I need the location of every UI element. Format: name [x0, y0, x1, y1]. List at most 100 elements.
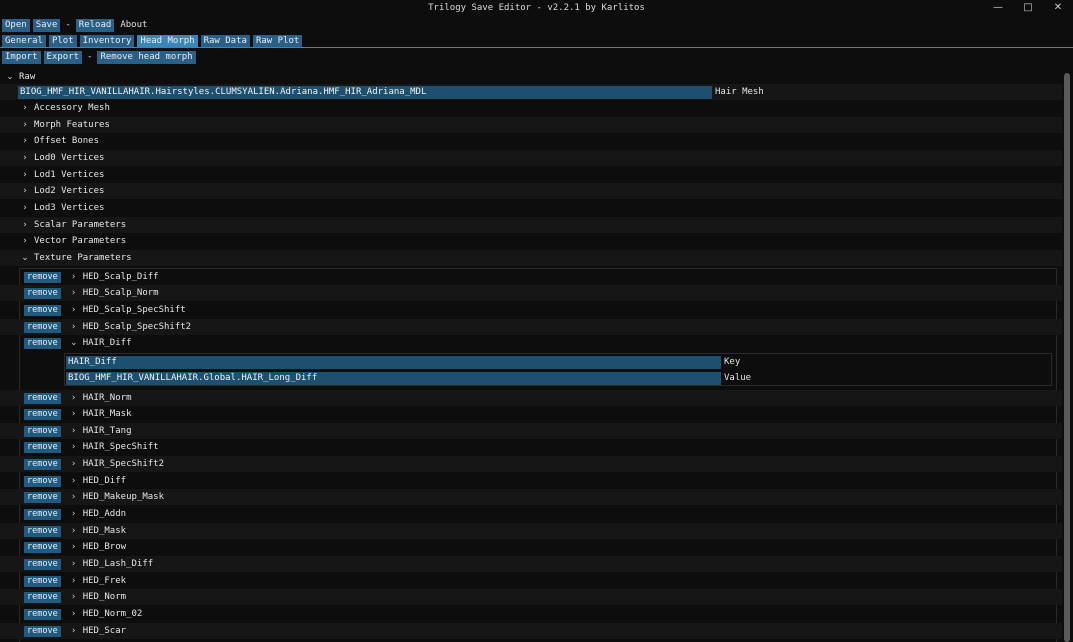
- remove-button[interactable]: remove: [24, 625, 61, 637]
- hair-mesh-field[interactable]: BIOG_HMF_HIR_VANILLAHAIR.Hairstyles.CLUM…: [18, 85, 712, 99]
- remove-button[interactable]: remove: [24, 491, 61, 503]
- texture-name: HED_Frek: [82, 576, 127, 586]
- tab-general[interactable]: General: [2, 34, 46, 48]
- chevron-right-icon[interactable]: ›: [69, 609, 79, 619]
- chevron-right-icon[interactable]: ›: [69, 393, 79, 403]
- texture-row: remove › HAIR_Tang: [0, 423, 1062, 439]
- tree-section-lod1-vertices[interactable]: › Lod1 Vertices: [0, 167, 1062, 183]
- texture-name: HAIR_Tang: [82, 426, 132, 436]
- texture-name: HED_Scar: [82, 626, 127, 636]
- open-button[interactable]: Open: [2, 18, 30, 32]
- texture-row: remove › HED_Lash_Diff: [0, 556, 1062, 572]
- key-field[interactable]: HAIR_Diff: [66, 355, 721, 369]
- tab-head-morph[interactable]: Head Morph: [137, 34, 198, 48]
- chevron-right-icon[interactable]: ›: [69, 476, 79, 486]
- scrollbar-thumb[interactable]: [1064, 73, 1070, 642]
- chevron-right-icon[interactable]: ›: [69, 305, 79, 315]
- chevron-right-icon: ›: [23, 120, 27, 130]
- section-label: Accessory Mesh: [34, 103, 110, 113]
- minimize-icon[interactable]: —: [983, 0, 1013, 16]
- chevron-right-icon[interactable]: ›: [69, 409, 79, 419]
- tree-section-offset-bones[interactable]: › Offset Bones: [0, 133, 1062, 149]
- chevron-down-icon[interactable]: ⌄: [69, 338, 79, 348]
- about-button[interactable]: About: [117, 19, 150, 32]
- remove-button[interactable]: remove: [24, 392, 61, 404]
- remove-button[interactable]: remove: [24, 458, 61, 470]
- section-label: Texture Parameters: [34, 253, 132, 263]
- tab-raw-data[interactable]: Raw Data: [200, 34, 250, 48]
- chevron-right-icon[interactable]: ›: [69, 442, 79, 452]
- remove-button[interactable]: remove: [24, 337, 61, 349]
- chevron-right-icon[interactable]: ›: [69, 322, 79, 332]
- remove-button[interactable]: remove: [24, 441, 61, 453]
- chevron-right-icon[interactable]: ›: [69, 626, 79, 636]
- texture-name: HED_Norm: [82, 592, 127, 602]
- chevron-right-icon[interactable]: ›: [69, 459, 79, 469]
- remove-button[interactable]: remove: [24, 475, 61, 487]
- remove-button[interactable]: remove: [24, 304, 61, 316]
- section-label: Offset Bones: [34, 136, 100, 146]
- tree-section-morph-features[interactable]: › Morph Features: [0, 117, 1062, 133]
- section-label: Lod3 Vertices: [34, 203, 105, 213]
- window-title: Trilogy Save Editor - v2.2.1 by Karlitos: [428, 3, 645, 13]
- texture-row: remove › HED_Scalp_Diff: [0, 269, 1062, 285]
- texture-name: HED_Scalp_SpecShift2: [82, 322, 192, 332]
- value-field[interactable]: BIOG_HMF_HIR_VANILLAHAIR.Global.HAIR_Lon…: [66, 371, 721, 385]
- tree-section-lod3-vertices[interactable]: › Lod3 Vertices: [0, 200, 1062, 216]
- save-button[interactable]: Save: [32, 18, 61, 32]
- chevron-right-icon[interactable]: ›: [69, 576, 79, 586]
- remove-button[interactable]: remove: [24, 287, 61, 299]
- chevron-down-icon: ⌄: [21, 253, 29, 263]
- tree-section-texture-parameters[interactable]: ⌄ Texture Parameters: [0, 250, 1062, 266]
- remove-head-morph-button[interactable]: Remove head morph: [97, 50, 196, 64]
- tab-plot[interactable]: Plot: [48, 34, 77, 48]
- remove-button[interactable]: remove: [24, 525, 61, 537]
- close-icon[interactable]: ✕: [1043, 0, 1073, 16]
- remove-button[interactable]: remove: [24, 575, 61, 587]
- remove-button[interactable]: remove: [24, 408, 61, 420]
- texture-name: HAIR_SpecShift: [82, 442, 159, 452]
- chevron-right-icon[interactable]: ›: [69, 272, 79, 282]
- tab-raw-plot[interactable]: Raw Plot: [252, 34, 303, 48]
- chevron-right-icon[interactable]: ›: [69, 492, 79, 502]
- chevron-right-icon[interactable]: ›: [69, 509, 79, 519]
- export-button[interactable]: Export: [43, 50, 83, 64]
- chevron-right-icon[interactable]: ›: [69, 542, 79, 552]
- texture-row: remove › HED_Diff: [0, 473, 1062, 489]
- remove-button[interactable]: remove: [24, 321, 61, 333]
- remove-button[interactable]: remove: [24, 558, 61, 570]
- texture-name: HED_Scalp_Norm: [82, 288, 159, 298]
- chevron-right-icon[interactable]: ›: [69, 526, 79, 536]
- section-label: Morph Features: [34, 120, 110, 130]
- texture-name: HED_Brow: [82, 542, 127, 552]
- tree-section-lod2-vertices[interactable]: › Lod2 Vertices: [0, 183, 1062, 199]
- remove-button[interactable]: remove: [24, 591, 61, 603]
- section-label: Lod2 Vertices: [34, 186, 105, 196]
- tree-root[interactable]: ⌄ Raw: [0, 69, 1062, 85]
- chevron-right-icon: ›: [23, 203, 27, 213]
- chevron-right-icon[interactable]: ›: [69, 592, 79, 602]
- tree-section-vector-parameters[interactable]: › Vector Parameters: [0, 233, 1062, 249]
- reload-button[interactable]: Reload: [75, 18, 115, 32]
- remove-button[interactable]: remove: [24, 608, 61, 620]
- key-row: HAIR_Diff Key: [66, 354, 1052, 370]
- chevron-right-icon[interactable]: ›: [69, 426, 79, 436]
- chevron-right-icon[interactable]: ›: [69, 288, 79, 298]
- remove-button[interactable]: remove: [24, 508, 61, 520]
- remove-button[interactable]: remove: [24, 541, 61, 553]
- texture-name: HED_Scalp_SpecShift: [82, 305, 186, 315]
- texture-name: HAIR_Norm: [82, 393, 132, 403]
- remove-button[interactable]: remove: [24, 271, 61, 283]
- action-bar: Import Export - Remove head morph: [2, 49, 199, 65]
- import-button[interactable]: Import: [2, 50, 41, 64]
- chevron-right-icon: ›: [23, 136, 27, 146]
- texture-row: remove › HAIR_Norm: [0, 390, 1062, 406]
- tree-section-lod0-vertices[interactable]: › Lod0 Vertices: [0, 150, 1062, 166]
- remove-button[interactable]: remove: [24, 425, 61, 437]
- maximize-icon[interactable]: □: [1013, 0, 1043, 16]
- tree-section-scalar-parameters[interactable]: › Scalar Parameters: [0, 217, 1062, 233]
- tree-section-accessory-mesh[interactable]: › Accessory Mesh: [0, 100, 1062, 116]
- chevron-right-icon[interactable]: ›: [69, 559, 79, 569]
- tab-inventory[interactable]: Inventory: [79, 34, 135, 48]
- chevron-right-icon: ›: [23, 103, 27, 113]
